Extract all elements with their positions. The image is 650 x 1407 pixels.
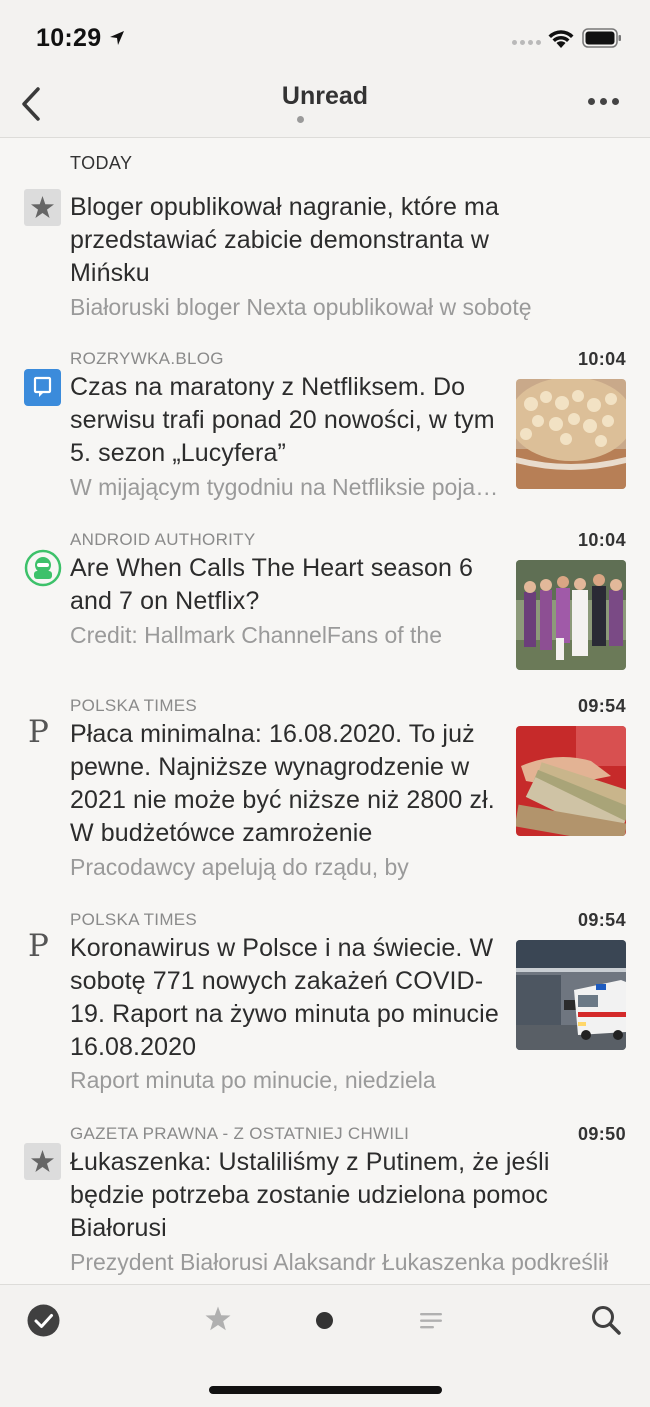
article-snippet: Białoruski bloger Nexta opublikował w so…	[70, 294, 532, 320]
star-icon	[24, 189, 61, 226]
article-title: Łukaszenka: Ustaliliśmy z Putinem, że je…	[70, 1148, 550, 1242]
android-authority-icon	[24, 549, 62, 587]
article-source: POLSKA TIMES	[70, 696, 198, 715]
starred-icon[interactable]	[204, 1305, 232, 1333]
article-snippet: Raport minuta po minucie, niedziela	[70, 1067, 436, 1093]
article-snippet: Credit: Hallmark ChannelFans of the	[70, 622, 442, 648]
article-snippet: Prezydent Białorusi Alaksandr Łukaszenka…	[70, 1249, 609, 1275]
article-title: Płaca minimalna: 16.08.2020. To już pewn…	[70, 720, 495, 847]
article-thumbnail	[516, 379, 626, 489]
article-source: GAZETA PRAWNA - Z OSTATNIEJ CHWILI	[70, 1124, 410, 1143]
tab-bar	[0, 1284, 650, 1407]
page-title[interactable]: Unread	[0, 82, 650, 111]
article-snippet: Pracodawcy apelują do rządu, by	[70, 854, 409, 880]
nav-bar: Unread	[0, 70, 650, 138]
polska-times-icon: P	[28, 714, 49, 750]
article-time: 09:54	[577, 696, 626, 716]
article-item[interactable]: Bloger opublikował nagranie, które ma pr…	[0, 185, 650, 335]
article-title: Bloger opublikował nagranie, które ma pr…	[70, 193, 499, 287]
location-arrow-icon	[110, 31, 124, 45]
article-thumbnail	[516, 940, 626, 1050]
mark-all-read-icon[interactable]	[27, 1304, 60, 1337]
article-item[interactable]: ANDROID AUTHORITY 10:04 Are When Calls T…	[0, 526, 650, 686]
more-options-button[interactable]	[588, 98, 619, 105]
polska-times-icon: P	[28, 928, 49, 964]
article-source: ROZRYWKA.BLOG	[70, 349, 224, 368]
article-time: 10:04	[577, 530, 626, 550]
article-list[interactable]: Bloger opublikował nagranie, które ma pr…	[0, 185, 650, 1284]
status-time: 10:29	[36, 24, 102, 52]
article-item[interactable]: ROZRYWKA.BLOG 10:04 Czas na maratony z N…	[0, 345, 650, 520]
unread-icon[interactable]	[316, 1312, 333, 1329]
article-time: 09:50	[577, 1124, 626, 1144]
all-articles-icon[interactable]	[420, 1312, 444, 1330]
blog-icon	[24, 369, 61, 406]
filter-indicator-dot	[297, 116, 304, 123]
section-header: TODAY	[0, 139, 650, 185]
article-time: 10:04	[577, 349, 626, 369]
article-source: ANDROID AUTHORITY	[70, 530, 256, 549]
section-label: TODAY	[70, 153, 133, 173]
search-icon[interactable]	[590, 1304, 622, 1336]
article-item[interactable]: POLSKA TIMES 09:54 P Koronawirus w Polsc…	[0, 906, 650, 1116]
home-indicator	[209, 1386, 442, 1394]
article-title: Czas na maratony z Netfliksem. Do serwis…	[70, 373, 495, 467]
article-snippet: W mijającym tygodniu na Netfliksie pojaw…	[70, 474, 508, 500]
battery-icon	[582, 28, 621, 48]
status-bar: 10:29	[0, 0, 650, 70]
cellular-signal-icon	[512, 40, 541, 45]
article-thumbnail	[516, 560, 626, 670]
article-title: Are When Calls The Heart season 6 and 7 …	[70, 554, 474, 615]
star-icon	[24, 1143, 61, 1180]
wifi-icon	[548, 30, 574, 48]
article-item[interactable]: GAZETA PRAWNA - Z OSTATNIEJ CHWILI 09:50…	[0, 1120, 650, 1284]
article-time: 09:54	[577, 910, 626, 930]
article-thumbnail	[516, 726, 626, 836]
article-source: POLSKA TIMES	[70, 910, 198, 929]
article-title: Koronawirus w Polsce i na świecie. W sob…	[70, 934, 499, 1061]
article-item[interactable]: POLSKA TIMES 09:54 P Płaca minimalna: 16…	[0, 692, 650, 902]
